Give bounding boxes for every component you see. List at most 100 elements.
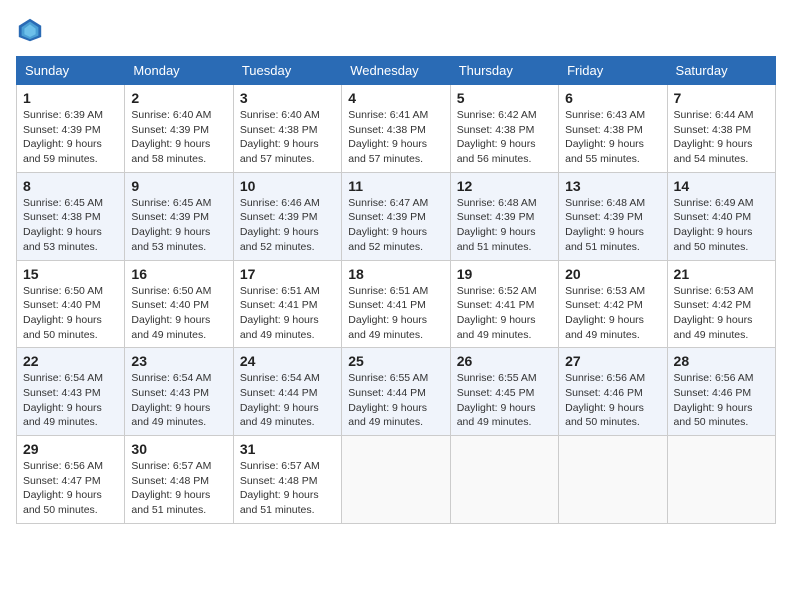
calendar-cell: 8 Sunrise: 6:45 AM Sunset: 4:38 PM Dayli… [17,172,125,260]
day-info: Sunrise: 6:53 AM Sunset: 4:42 PM Dayligh… [674,284,769,343]
calendar-cell: 9 Sunrise: 6:45 AM Sunset: 4:39 PM Dayli… [125,172,233,260]
day-header-monday: Monday [125,57,233,85]
day-number: 6 [565,90,660,106]
day-info: Sunrise: 6:51 AM Sunset: 4:41 PM Dayligh… [348,284,443,343]
day-info: Sunrise: 6:55 AM Sunset: 4:45 PM Dayligh… [457,371,552,430]
day-number: 12 [457,178,552,194]
day-header-sunday: Sunday [17,57,125,85]
day-number: 23 [131,353,226,369]
calendar-header-row: SundayMondayTuesdayWednesdayThursdayFrid… [17,57,776,85]
day-number: 21 [674,266,769,282]
calendar-cell: 25 Sunrise: 6:55 AM Sunset: 4:44 PM Dayl… [342,348,450,436]
day-number: 2 [131,90,226,106]
day-header-wednesday: Wednesday [342,57,450,85]
day-number: 28 [674,353,769,369]
day-info: Sunrise: 6:49 AM Sunset: 4:40 PM Dayligh… [674,196,769,255]
day-number: 19 [457,266,552,282]
day-number: 5 [457,90,552,106]
day-info: Sunrise: 6:54 AM Sunset: 4:43 PM Dayligh… [131,371,226,430]
day-info: Sunrise: 6:41 AM Sunset: 4:38 PM Dayligh… [348,108,443,167]
calendar-cell: 15 Sunrise: 6:50 AM Sunset: 4:40 PM Dayl… [17,260,125,348]
day-info: Sunrise: 6:48 AM Sunset: 4:39 PM Dayligh… [457,196,552,255]
calendar-cell: 22 Sunrise: 6:54 AM Sunset: 4:43 PM Dayl… [17,348,125,436]
calendar-week-row: 29 Sunrise: 6:56 AM Sunset: 4:47 PM Dayl… [17,436,776,524]
day-info: Sunrise: 6:52 AM Sunset: 4:41 PM Dayligh… [457,284,552,343]
day-info: Sunrise: 6:56 AM Sunset: 4:47 PM Dayligh… [23,459,118,518]
day-info: Sunrise: 6:39 AM Sunset: 4:39 PM Dayligh… [23,108,118,167]
day-number: 13 [565,178,660,194]
day-info: Sunrise: 6:57 AM Sunset: 4:48 PM Dayligh… [131,459,226,518]
calendar-cell: 21 Sunrise: 6:53 AM Sunset: 4:42 PM Dayl… [667,260,775,348]
day-number: 24 [240,353,335,369]
calendar-cell: 20 Sunrise: 6:53 AM Sunset: 4:42 PM Dayl… [559,260,667,348]
day-number: 10 [240,178,335,194]
day-number: 7 [674,90,769,106]
calendar-cell [450,436,558,524]
page-header [16,16,776,44]
calendar-cell: 6 Sunrise: 6:43 AM Sunset: 4:38 PM Dayli… [559,85,667,173]
calendar-cell: 31 Sunrise: 6:57 AM Sunset: 4:48 PM Dayl… [233,436,341,524]
day-number: 29 [23,441,118,457]
day-header-tuesday: Tuesday [233,57,341,85]
day-number: 11 [348,178,443,194]
calendar-cell: 27 Sunrise: 6:56 AM Sunset: 4:46 PM Dayl… [559,348,667,436]
calendar-cell: 11 Sunrise: 6:47 AM Sunset: 4:39 PM Dayl… [342,172,450,260]
calendar-week-row: 8 Sunrise: 6:45 AM Sunset: 4:38 PM Dayli… [17,172,776,260]
day-number: 26 [457,353,552,369]
day-number: 22 [23,353,118,369]
calendar-cell: 23 Sunrise: 6:54 AM Sunset: 4:43 PM Dayl… [125,348,233,436]
day-number: 30 [131,441,226,457]
day-info: Sunrise: 6:45 AM Sunset: 4:38 PM Dayligh… [23,196,118,255]
day-info: Sunrise: 6:54 AM Sunset: 4:43 PM Dayligh… [23,371,118,430]
day-header-saturday: Saturday [667,57,775,85]
calendar-cell: 26 Sunrise: 6:55 AM Sunset: 4:45 PM Dayl… [450,348,558,436]
calendar-cell: 18 Sunrise: 6:51 AM Sunset: 4:41 PM Dayl… [342,260,450,348]
calendar-cell: 10 Sunrise: 6:46 AM Sunset: 4:39 PM Dayl… [233,172,341,260]
day-info: Sunrise: 6:54 AM Sunset: 4:44 PM Dayligh… [240,371,335,430]
calendar-week-row: 22 Sunrise: 6:54 AM Sunset: 4:43 PM Dayl… [17,348,776,436]
calendar-cell: 12 Sunrise: 6:48 AM Sunset: 4:39 PM Dayl… [450,172,558,260]
calendar-cell: 7 Sunrise: 6:44 AM Sunset: 4:38 PM Dayli… [667,85,775,173]
day-info: Sunrise: 6:48 AM Sunset: 4:39 PM Dayligh… [565,196,660,255]
calendar-cell: 24 Sunrise: 6:54 AM Sunset: 4:44 PM Dayl… [233,348,341,436]
day-number: 3 [240,90,335,106]
day-number: 25 [348,353,443,369]
calendar-cell [667,436,775,524]
calendar-cell: 17 Sunrise: 6:51 AM Sunset: 4:41 PM Dayl… [233,260,341,348]
calendar-cell: 29 Sunrise: 6:56 AM Sunset: 4:47 PM Dayl… [17,436,125,524]
day-number: 1 [23,90,118,106]
day-number: 14 [674,178,769,194]
day-info: Sunrise: 6:43 AM Sunset: 4:38 PM Dayligh… [565,108,660,167]
calendar-cell: 14 Sunrise: 6:49 AM Sunset: 4:40 PM Dayl… [667,172,775,260]
day-info: Sunrise: 6:50 AM Sunset: 4:40 PM Dayligh… [23,284,118,343]
day-info: Sunrise: 6:45 AM Sunset: 4:39 PM Dayligh… [131,196,226,255]
logo-icon [16,16,44,44]
day-info: Sunrise: 6:46 AM Sunset: 4:39 PM Dayligh… [240,196,335,255]
day-info: Sunrise: 6:40 AM Sunset: 4:39 PM Dayligh… [131,108,226,167]
day-info: Sunrise: 6:53 AM Sunset: 4:42 PM Dayligh… [565,284,660,343]
day-info: Sunrise: 6:40 AM Sunset: 4:38 PM Dayligh… [240,108,335,167]
day-number: 20 [565,266,660,282]
calendar-cell: 28 Sunrise: 6:56 AM Sunset: 4:46 PM Dayl… [667,348,775,436]
calendar-cell [342,436,450,524]
calendar-table: SundayMondayTuesdayWednesdayThursdayFrid… [16,56,776,524]
day-number: 17 [240,266,335,282]
day-number: 18 [348,266,443,282]
calendar-cell: 5 Sunrise: 6:42 AM Sunset: 4:38 PM Dayli… [450,85,558,173]
calendar-cell: 4 Sunrise: 6:41 AM Sunset: 4:38 PM Dayli… [342,85,450,173]
logo [16,16,48,44]
day-info: Sunrise: 6:50 AM Sunset: 4:40 PM Dayligh… [131,284,226,343]
day-info: Sunrise: 6:56 AM Sunset: 4:46 PM Dayligh… [565,371,660,430]
day-info: Sunrise: 6:42 AM Sunset: 4:38 PM Dayligh… [457,108,552,167]
day-info: Sunrise: 6:51 AM Sunset: 4:41 PM Dayligh… [240,284,335,343]
calendar-cell: 13 Sunrise: 6:48 AM Sunset: 4:39 PM Dayl… [559,172,667,260]
day-number: 4 [348,90,443,106]
day-number: 8 [23,178,118,194]
day-info: Sunrise: 6:56 AM Sunset: 4:46 PM Dayligh… [674,371,769,430]
calendar-cell: 2 Sunrise: 6:40 AM Sunset: 4:39 PM Dayli… [125,85,233,173]
day-number: 31 [240,441,335,457]
calendar-week-row: 15 Sunrise: 6:50 AM Sunset: 4:40 PM Dayl… [17,260,776,348]
day-header-friday: Friday [559,57,667,85]
day-number: 27 [565,353,660,369]
day-info: Sunrise: 6:47 AM Sunset: 4:39 PM Dayligh… [348,196,443,255]
